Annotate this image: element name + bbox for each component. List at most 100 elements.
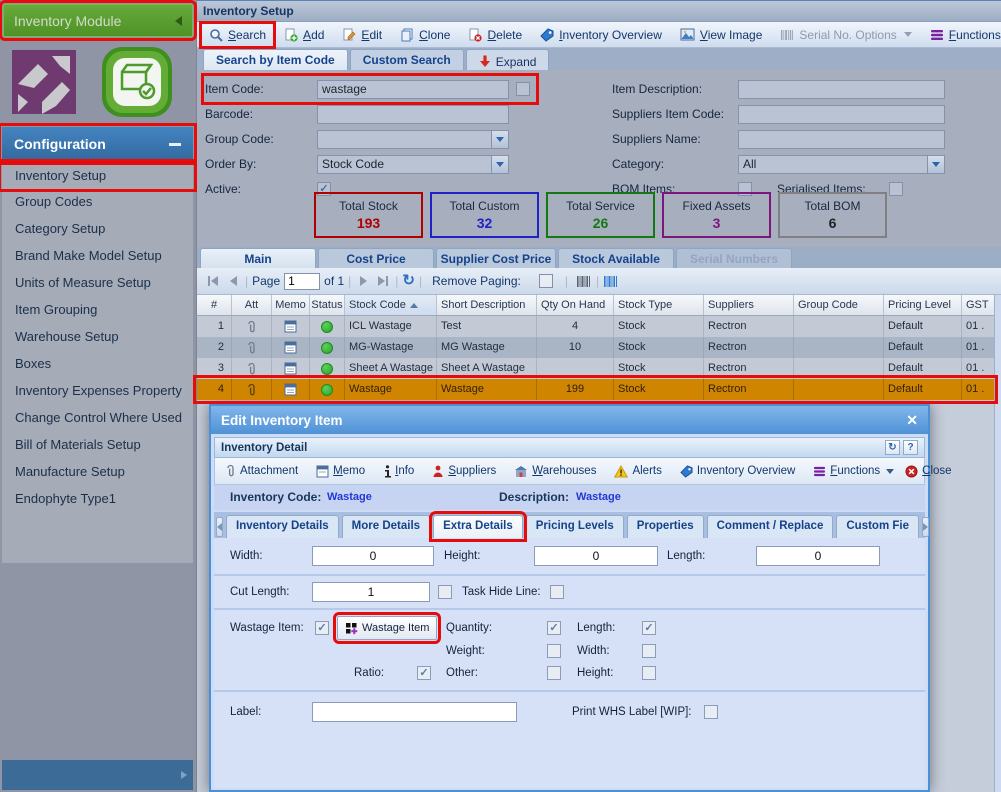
sidebar-item-inventory-expenses-property[interactable]: Inventory Expenses Property xyxy=(2,377,193,404)
sidebar-item-group-codes[interactable]: Group Codes xyxy=(2,188,193,215)
tab-pricing-levels[interactable]: Pricing Levels xyxy=(526,515,624,538)
tab-custom-search[interactable]: Custom Search xyxy=(350,49,464,70)
add-button[interactable]: Add xyxy=(278,25,330,45)
last-page-button[interactable] xyxy=(375,273,391,289)
sidebar-item-category-setup[interactable]: Category Setup xyxy=(2,215,193,242)
expand-button[interactable]: Expand xyxy=(466,49,550,70)
dialog-title-bar[interactable]: Edit Inventory Item ✕ xyxy=(211,406,928,434)
tab-cost-price[interactable]: Cost Price xyxy=(318,248,434,268)
tab-extra-details[interactable]: Extra Details xyxy=(433,515,523,538)
category-dropdown[interactable]: All xyxy=(738,155,945,174)
refresh-icon[interactable]: ↻ xyxy=(402,274,415,288)
tab-custom-fields[interactable]: Custom Fie xyxy=(836,515,919,538)
sidebar-item-endophyte-type1[interactable]: Endophyte Type1 xyxy=(2,485,193,512)
sidebar-collapsed-panel[interactable] xyxy=(2,760,193,790)
attachment-button[interactable]: Attachment xyxy=(221,462,302,480)
memo-button[interactable]: Memo xyxy=(312,463,369,480)
delete-button[interactable]: Delete xyxy=(462,25,528,45)
suppliers-button[interactable]: Suppliers xyxy=(428,463,500,480)
grid-header[interactable]: # Att Memo Status Stock Code Short Descr… xyxy=(197,295,994,316)
search-button[interactable]: Search xyxy=(203,25,272,45)
chevron-down-icon[interactable] xyxy=(491,156,508,173)
barcode-gray-icon[interactable] xyxy=(576,275,592,288)
suppliers-item-code-input[interactable] xyxy=(738,105,945,124)
view-image-button[interactable]: View Image xyxy=(674,25,769,45)
clone-button[interactable]: Clone xyxy=(394,25,456,45)
tab-properties[interactable]: Properties xyxy=(627,515,704,538)
item-code-input[interactable] xyxy=(317,80,509,99)
barcode-input[interactable] xyxy=(317,105,509,124)
sidebar-item-boxes[interactable]: Boxes xyxy=(2,350,193,377)
page-number-input[interactable] xyxy=(284,273,320,290)
item-description-input[interactable] xyxy=(738,80,945,99)
config-section-header[interactable]: Configuration xyxy=(2,127,193,161)
inventory-overview-button[interactable]: Inventory Overview xyxy=(534,25,668,45)
weight-checkbox[interactable] xyxy=(547,644,561,658)
collapse-left-icon[interactable] xyxy=(175,16,182,26)
grid-vertical-scrollbar[interactable] xyxy=(994,295,1001,792)
prev-page-button[interactable] xyxy=(225,273,241,289)
collapse-minus-icon[interactable] xyxy=(169,143,181,146)
first-page-button[interactable] xyxy=(205,273,221,289)
cut-length-input[interactable] xyxy=(312,582,430,602)
tab-search-by-item-code[interactable]: Search by Item Code xyxy=(203,49,348,70)
tab-scroll-left-icon[interactable] xyxy=(216,517,223,537)
help-mini-icon[interactable]: ? xyxy=(903,440,918,455)
wastage-item-checkbox[interactable]: ✓ xyxy=(315,621,329,635)
table-row-wastage-selected[interactable]: 4 Wastage Wastage 199 Stock Rectron Defa… xyxy=(197,379,994,400)
tab-scroll-right-icon[interactable] xyxy=(922,517,929,537)
quantity-checkbox[interactable]: ✓ xyxy=(547,621,561,635)
suppliers-name-input[interactable] xyxy=(738,130,945,149)
length-input[interactable] xyxy=(756,546,880,566)
cut-length-checkbox[interactable] xyxy=(438,585,452,599)
item-code-checkbox[interactable] xyxy=(516,82,530,96)
sidebar-item-brand-make-model-setup[interactable]: Brand Make Model Setup xyxy=(2,242,193,269)
serialised-items-checkbox[interactable] xyxy=(889,182,903,196)
ratio-checkbox[interactable]: ✓ xyxy=(417,666,431,680)
sidebar-item-change-control-where-used[interactable]: Change Control Where Used xyxy=(2,404,193,431)
close-icon[interactable]: ✕ xyxy=(906,412,918,429)
edit-button[interactable]: Edit xyxy=(336,25,388,45)
next-page-button[interactable] xyxy=(355,273,371,289)
remove-paging-checkbox[interactable] xyxy=(539,274,553,288)
table-row-sheet-a-wastage[interactable]: 3 Sheet A Wastage Sheet A Wastage Stock … xyxy=(197,358,994,379)
alerts-button[interactable]: Alerts xyxy=(610,463,665,480)
height-input[interactable] xyxy=(534,546,658,566)
functions-button[interactable]: Functions xyxy=(924,25,1001,45)
chevron-down-icon[interactable] xyxy=(927,156,944,173)
inventory-overview-button[interactable]: Inventory Overview xyxy=(676,463,799,480)
chevron-down-icon[interactable] xyxy=(491,131,508,148)
module-header[interactable]: Inventory Module xyxy=(3,4,193,37)
table-row-mg-wastage[interactable]: 2 MG-Wastage MG Wastage 10 Stock Rectron… xyxy=(197,337,994,358)
sidebar-item-item-grouping[interactable]: Item Grouping xyxy=(2,296,193,323)
other-checkbox[interactable] xyxy=(547,666,561,680)
tab-supplier-cost-price[interactable]: Supplier Cost Price xyxy=(436,248,556,268)
sidebar-item-inventory-setup[interactable]: Inventory Setup xyxy=(2,163,193,188)
sidebar-item-manufacture-setup[interactable]: Manufacture Setup xyxy=(2,458,193,485)
print-whs-checkbox[interactable] xyxy=(704,705,718,719)
info-button[interactable]: Info xyxy=(379,463,418,480)
barcode-blue-icon[interactable] xyxy=(603,275,619,288)
table-row-icl-wastage[interactable]: 1 ICL Wastage Test 4 Stock Rectron Defau… xyxy=(197,316,994,337)
order-by-dropdown[interactable]: Stock Code xyxy=(317,155,509,174)
sidebar-item-units-of-measure-setup[interactable]: Units of Measure Setup xyxy=(2,269,193,296)
tab-main[interactable]: Main xyxy=(200,248,316,268)
group-code-dropdown[interactable] xyxy=(317,130,509,149)
close-button[interactable]: Close xyxy=(901,463,955,480)
label-input[interactable] xyxy=(312,702,517,722)
tab-comment-replace[interactable]: Comment / Replace xyxy=(707,515,834,538)
serial-no-options-button[interactable]: Serial No. Options xyxy=(774,25,917,45)
refresh-mini-icon[interactable]: ↻ xyxy=(885,440,900,455)
sidebar-item-bill-of-materials-setup[interactable]: Bill of Materials Setup xyxy=(2,431,193,458)
task-hide-line-checkbox[interactable] xyxy=(550,585,564,599)
sidebar-item-warehouse-setup[interactable]: Warehouse Setup xyxy=(2,323,193,350)
warehouses-button[interactable]: Warehouses xyxy=(510,463,600,480)
wastage-item-button[interactable]: Wastage Item xyxy=(337,616,437,640)
tab-more-details[interactable]: More Details xyxy=(342,515,430,538)
length-checkbox[interactable]: ✓ xyxy=(642,621,656,635)
width-input[interactable] xyxy=(312,546,434,566)
height-checkbox[interactable] xyxy=(642,666,656,680)
width-checkbox[interactable] xyxy=(642,644,656,658)
functions-button[interactable]: Functions xyxy=(809,463,898,479)
tab-inventory-details[interactable]: Inventory Details xyxy=(226,515,339,538)
